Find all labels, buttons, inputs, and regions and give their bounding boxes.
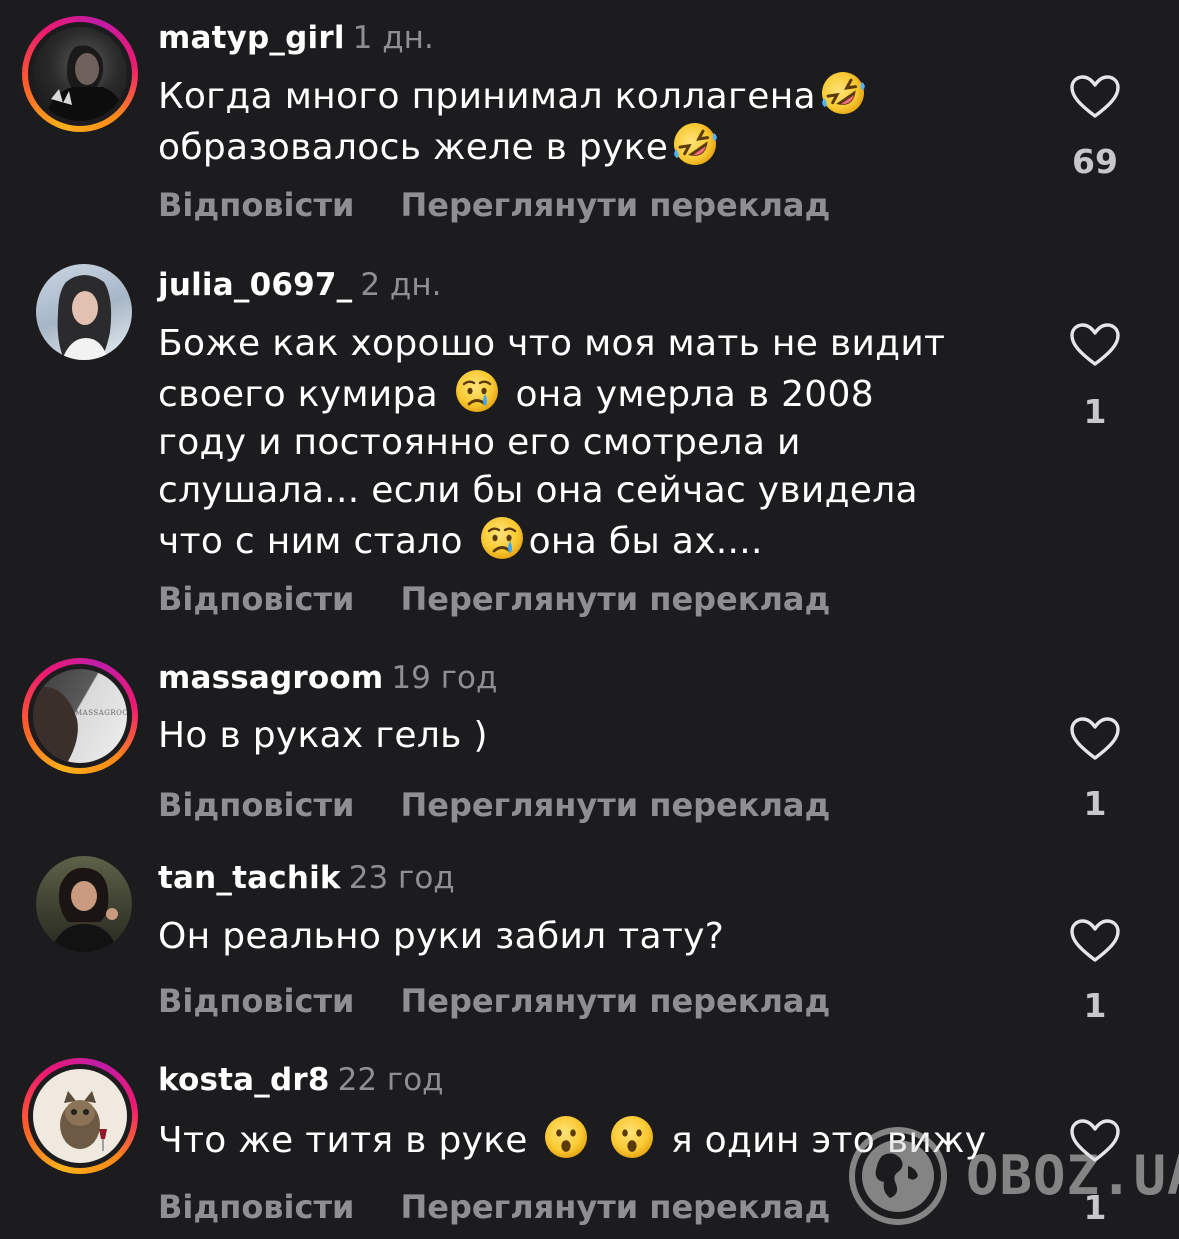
comment-text: Боже как хорошо что моя мать не видит св… [158,323,946,562]
avatar[interactable] [36,856,132,952]
username[interactable]: julia_0697_ [158,267,352,303]
crying-face-emoji-icon [455,370,498,412]
crying-face-emoji-icon [480,517,523,559]
avatar-photo-icon [50,867,118,952]
see-translation-button[interactable]: Переглянути переклад [400,1188,830,1226]
comment-text: Когда много принимал коллагена образовал… [158,70,998,172]
reply-button[interactable]: Відповісти [158,1188,354,1226]
avatar-photo-icon [57,275,112,360]
avatar-photo-icon [60,1091,107,1151]
timestamp: 1 дн. [352,20,434,56]
timestamp: 2 дн. [360,267,442,303]
reply-button[interactable]: Відповісти [158,580,354,618]
username[interactable]: matyp_girl [158,20,345,56]
like-count: 1 [1083,986,1107,1025]
see-translation-button[interactable]: Переглянути переклад [400,982,830,1020]
see-translation-button[interactable]: Переглянути переклад [400,186,830,224]
rolling-on-floor-laughing-emoji-icon [821,72,865,114]
see-translation-button[interactable]: Переглянути переклад [400,580,830,618]
see-translation-button[interactable]: Переглянути переклад [400,786,830,824]
heart-outline-icon [1070,323,1120,366]
avatar[interactable] [22,16,138,132]
heart-outline-icon [1070,1119,1120,1162]
timestamp: 23 год [348,860,455,896]
avatar[interactable] [36,264,132,360]
like-count: 1 [1083,1188,1107,1227]
heart-outline-icon [1070,717,1120,760]
reply-button[interactable]: Відповісти [158,982,354,1020]
like-count: 1 [1083,392,1107,431]
comment-text: Но в руках гель ) [158,715,488,756]
comment-text: Он реально руки забил тату? [158,916,725,957]
avatar-brand-label: MASSAGROOM [75,709,127,717]
avatar[interactable] [22,1058,138,1174]
rolling-on-floor-laughing-emoji-icon [674,123,717,165]
comments-screen: matyp_girl 1 дн. Когда много принимал кол… [0,0,1179,1239]
avatar[interactable]: MASSAGROOM [22,658,138,774]
timestamp: 19 год [391,660,498,696]
hushed-face-emoji-icon [611,1116,654,1158]
username[interactable]: massagroom [158,660,383,696]
reply-button[interactable]: Відповісти [158,786,354,824]
avatar-photo-icon [43,45,127,121]
username[interactable]: kosta_dr8 [158,1062,330,1098]
like-button[interactable] [1068,322,1122,368]
like-button[interactable] [1068,1118,1122,1164]
username[interactable]: tan_tachik [158,860,341,896]
like-button[interactable] [1068,716,1122,762]
comment-text: Что же титя в руке я один это вижу [158,1114,998,1165]
heart-outline-icon [1070,75,1120,118]
hushed-face-emoji-icon [545,1116,588,1158]
heart-outline-icon [1070,919,1120,962]
reply-button[interactable]: Відповісти [158,186,354,224]
like-button[interactable] [1068,918,1122,964]
like-count: 69 [1072,142,1118,181]
like-count: 1 [1083,784,1107,823]
like-button[interactable] [1068,74,1122,120]
timestamp: 22 год [337,1062,444,1098]
